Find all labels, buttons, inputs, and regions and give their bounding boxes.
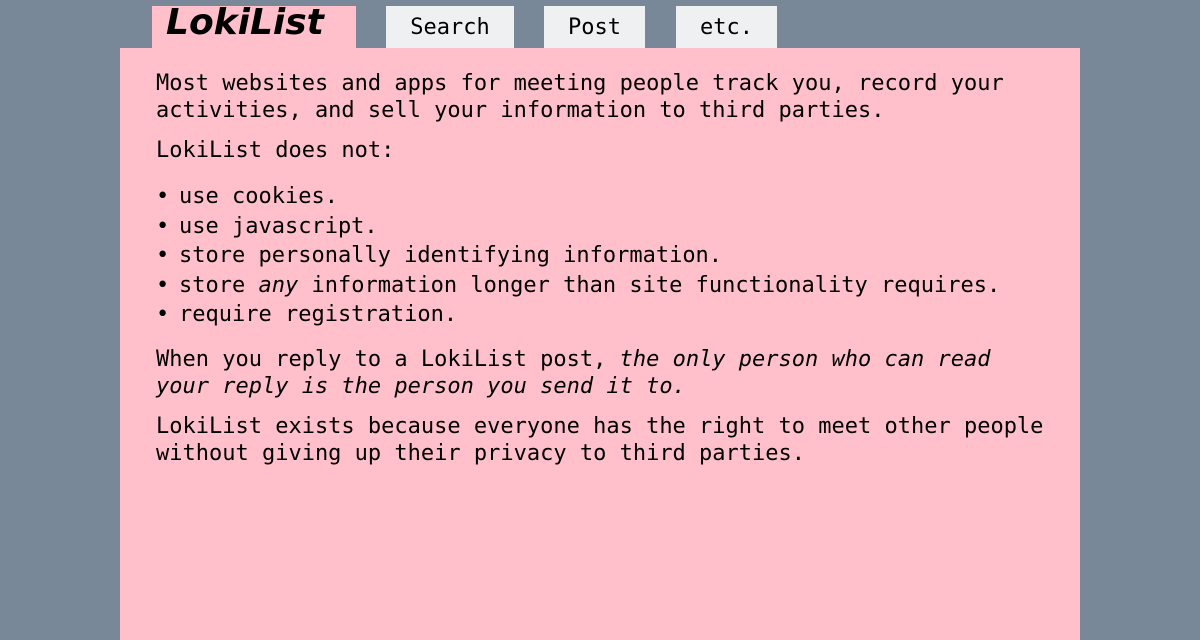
feature-registration: require registration. [179,302,458,327]
bullet-icon: • [156,243,170,268]
page: LokiList Search Post etc. Most websites … [0,0,1200,640]
feature-javascript: use javascript. [179,213,378,239]
feature-retention-suffix: information longer than site functionali… [298,272,1001,298]
list-item: • store personally identifying informati… [156,241,1044,271]
closing-paragraph: LokiList exists because everyone has the… [156,413,1044,466]
feature-list: • use cookies. • use javascript. • store… [156,182,1044,330]
bullet-icon: • [156,184,170,209]
tab-search-label: Search [410,14,490,40]
list-item: • use javascript. [156,212,1044,242]
feature-pii: store personally identifying information… [179,243,723,268]
tab-post-label: Post [568,14,621,40]
bullet-icon: • [156,272,170,298]
reply-prefix: When you reply to a LokiList post, [156,346,620,372]
tab-post[interactable]: Post [544,6,645,48]
main-content: Most websites and apps for meeting peopl… [120,48,1080,640]
feature-retention-emphasis: any [258,272,299,298]
top-nav: LokiList Search Post etc. [0,3,1200,48]
feature-retention-prefix: store [179,272,259,298]
does-not-heading: LokiList does not: [156,138,395,163]
logo-tab[interactable]: LokiList [152,3,356,48]
bullet-icon: • [156,213,170,239]
tab-etc-label: etc. [700,14,753,40]
list-item: • require registration. [156,300,1044,330]
feature-cookies: use cookies. [179,184,338,209]
list-item: • store any information longer than site… [156,271,1044,301]
tab-search[interactable]: Search [386,6,514,48]
bullet-icon: • [156,302,170,327]
reply-paragraph: When you reply to a LokiList post, the o… [156,346,1044,400]
site-logo[interactable]: LokiList [166,3,324,43]
list-item: • use cookies. [156,182,1044,212]
intro-paragraph: Most websites and apps for meeting peopl… [156,71,1004,123]
tab-etc[interactable]: etc. [676,6,777,48]
